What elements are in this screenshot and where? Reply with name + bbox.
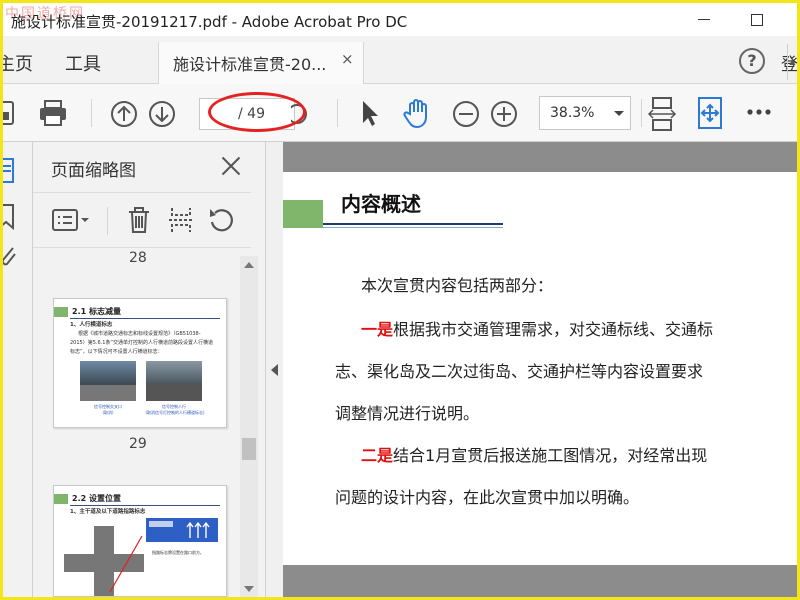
thumbnail-text: 根据《城市道路交通标志和标线设置规范》（GB51038- — [78, 331, 201, 337]
tab-home[interactable]: 主页 — [0, 50, 33, 76]
delete-page-icon[interactable] — [125, 205, 153, 235]
page-total: / 49 — [238, 106, 265, 122]
scrollbar-thumb[interactable] — [242, 438, 256, 460]
thumbnail-caption: (取消) — [102, 410, 114, 415]
left-icon-rail — [3, 142, 33, 597]
page-thumbnail[interactable]: 2.2 设置位置 1、主干道及以下道路指路标志 指路标志牌设置在路口前方。 — [53, 485, 227, 597]
tab-tools[interactable]: 工具 — [65, 50, 101, 76]
document-tab-label: 施设计标准宣贯-20... — [173, 55, 327, 74]
chevron-left-icon[interactable] — [271, 364, 278, 376]
bookmark-icon[interactable] — [3, 202, 19, 232]
fit-page-icon[interactable] — [647, 96, 677, 132]
zoom-out-icon[interactable] — [451, 99, 481, 129]
toolbar: / 49 38.3% — [3, 84, 797, 142]
maximize-button[interactable] — [743, 7, 769, 31]
zoom-level-select[interactable]: 38.3% — [539, 96, 631, 130]
document-view[interactable]: 内容概述 本次宣贯内容包括两部分： 一是根据我市交通管理需求，对交通标线、交通标… — [283, 142, 797, 597]
close-icon[interactable] — [219, 154, 243, 178]
paragraph-line: 一是根据我市交通管理需求，对交通标线、交通标 — [361, 316, 713, 340]
thumbnail-text: 标志”，以下情况可不设置人行横道标志： — [70, 349, 163, 355]
window-title: 施设计标准宣贯-20191217.pdf - Adobe Acrobat Pro… — [11, 13, 408, 31]
paragraph-line: 志、渠化岛及二次过街岛、交通护栏等内容设置要求 — [335, 362, 704, 381]
thumbnail-note: 指路标志牌设置在路口前方。 — [152, 550, 204, 555]
thumbnail-panel: 页面缩略图 28 2.1 标志减量 1、人行横道标志 根据《城市道路交通标志和标… — [33, 142, 265, 597]
tab-bar: 主页 工具 施设计标准宣贯-20... × ? 登 ▲ — [0, 36, 798, 85]
heading-underline-light — [323, 227, 503, 228]
help-icon[interactable]: ? — [739, 48, 765, 74]
thumbnail-text: 2015）第5.6.1条“交通单灯控制的人行横道前路段设置人行横道 — [70, 340, 214, 346]
next-page-icon[interactable] — [147, 99, 177, 129]
extract-page-icon[interactable] — [167, 205, 195, 235]
zoom-out-partial-icon[interactable] — [291, 102, 309, 126]
page-thumbnails-icon[interactable] — [3, 156, 19, 186]
scroll-down-icon[interactable] — [244, 586, 254, 592]
thumbnail-heading: 2.2 设置位置 — [72, 494, 121, 503]
thumbnail-heading: 2.1 标志减量 — [72, 307, 121, 316]
panel-toolbar — [33, 192, 251, 248]
page-number-label: 29 — [129, 436, 147, 452]
intersection-diagram — [64, 526, 144, 596]
select-cursor-icon[interactable] — [357, 98, 381, 128]
save-icon[interactable] — [3, 98, 17, 128]
panel-collapse-handle[interactable] — [265, 142, 283, 597]
paragraph-line: 调整情况进行说明。 — [335, 404, 480, 423]
thumbnail-caption: (取消信号灯控制的人行横道标志) — [145, 410, 205, 415]
rotate-icon[interactable] — [207, 205, 237, 235]
highlight-text: 一是 — [361, 320, 394, 339]
hand-tool-icon[interactable] — [401, 96, 435, 130]
thumbnail-photo — [80, 361, 136, 401]
heading-underline — [323, 223, 503, 225]
page-heading: 内容概述 — [341, 192, 421, 216]
zoom-level-value: 38.3% — [550, 105, 595, 121]
scroll-up-icon[interactable] — [244, 262, 254, 268]
thumbnail-subheading: 1、主干道及以下道路指路标志 — [70, 509, 146, 515]
zoom-in-icon[interactable] — [489, 99, 519, 129]
paragraph-text: 结合1月宣贯后报送施工图情况，对经常出现 — [393, 446, 708, 465]
pdf-page: 内容概述 本次宣贯内容包括两部分： 一是根据我市交通管理需求，对交通标线、交通标… — [283, 172, 797, 565]
page-thumbnail[interactable]: 2.1 标志减量 1、人行横道标志 根据《城市道路交通标志和标线设置规范》（GB… — [53, 298, 227, 428]
thumbnail-photo — [146, 361, 202, 401]
thumbnail-options-icon[interactable] — [51, 207, 91, 233]
thumbnail-scrollbar[interactable] — [240, 256, 258, 597]
attachment-icon[interactable] — [3, 242, 19, 272]
title-bar: 中国道桥网 施设计标准宣贯-20191217.pdf - Adobe Acrob… — [3, 3, 797, 36]
panel-title: 页面缩略图 — [51, 161, 136, 181]
tab-document[interactable]: 施设计标准宣贯-20... × — [158, 42, 364, 85]
chevron-down-icon — [614, 111, 624, 116]
heading-accent-bar — [283, 200, 323, 228]
paragraph-line: 二是结合1月宣贯后报送施工图情况，对经常出现 — [361, 442, 707, 466]
page-number-label: 28 — [129, 250, 147, 266]
full-screen-icon[interactable] — [695, 96, 725, 130]
minimize-button[interactable] — [691, 7, 717, 31]
close-tab-icon[interactable]: × — [341, 50, 354, 68]
page-number-input[interactable]: / 49 — [199, 98, 295, 130]
previous-page-icon[interactable] — [109, 99, 139, 129]
tab-scroll-icon[interactable]: ▲ — [787, 44, 797, 80]
paragraph-line: 问题的设计内容，在此次宣贯中加以明确。 — [335, 488, 640, 507]
highlight-text: 二是 — [361, 446, 394, 465]
intro-paragraph: 本次宣贯内容包括两部分： — [361, 276, 554, 295]
thumbnail-subheading: 1、人行横道标志 — [70, 322, 113, 328]
guide-sign-image — [146, 518, 218, 542]
more-options-icon[interactable] — [745, 108, 775, 116]
paragraph-text: 根据我市交通管理需求，对交通标线、交通标 — [393, 320, 714, 339]
print-icon[interactable] — [37, 98, 69, 128]
